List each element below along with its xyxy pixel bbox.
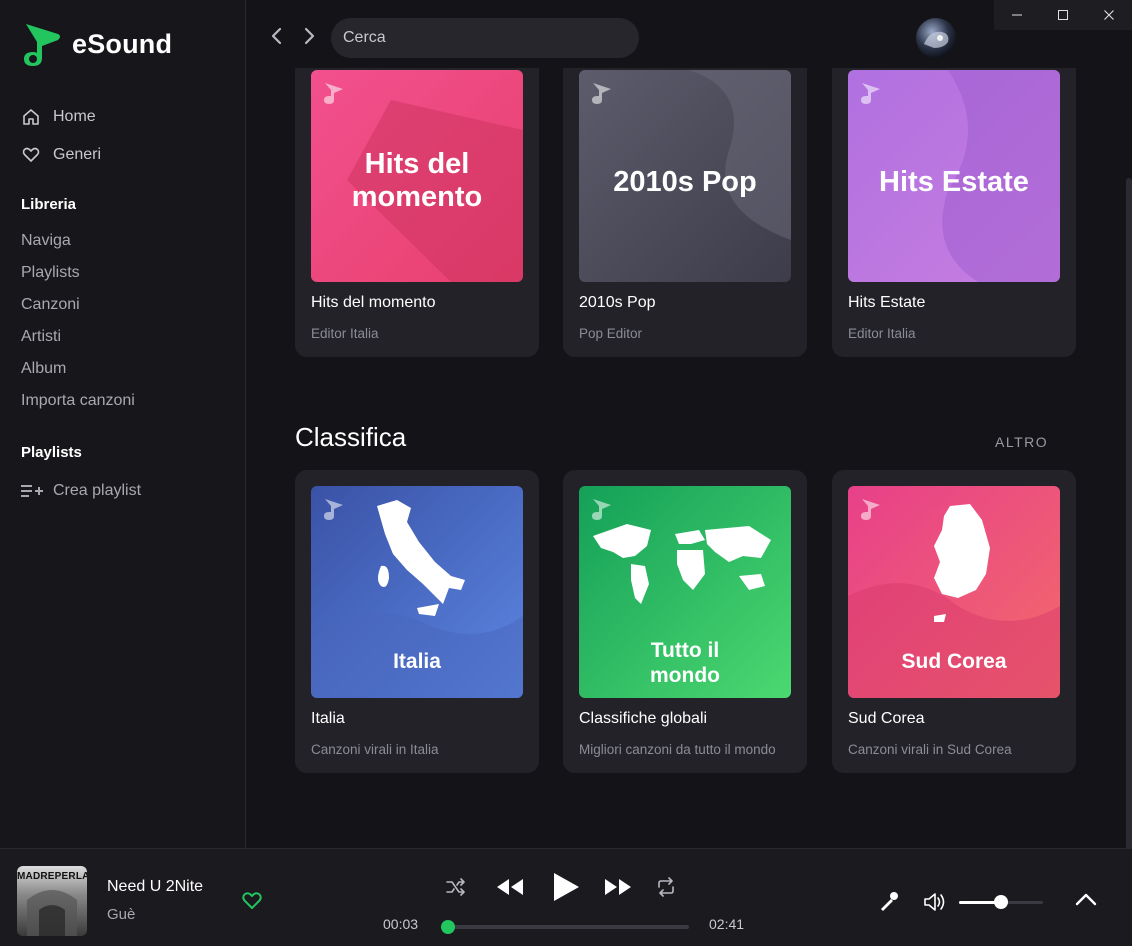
sidebar-item-playlists[interactable]: Playlists (21, 257, 135, 289)
playlists-title: Playlists (21, 444, 82, 461)
esound-badge-icon (592, 83, 611, 104)
chevron-right-icon (304, 27, 315, 45)
more-link[interactable]: ALTRO (995, 434, 1048, 450)
playlist-card-hits-estate[interactable]: Hits Estate Hits Estate Editor Italia (832, 68, 1076, 357)
album-art-image (27, 890, 77, 936)
card-subtitle: Editor Italia (311, 326, 379, 341)
main-content: Hits del momento Hits del momento Editor… (247, 68, 1132, 848)
close-icon (1104, 10, 1114, 20)
esound-badge-icon (861, 83, 880, 104)
chevron-left-icon (271, 27, 282, 45)
cover-title: 2010s Pop (613, 166, 757, 198)
volume-slider[interactable] (959, 895, 1043, 909)
cover-title: Italia (393, 650, 441, 673)
maximize-icon (1058, 10, 1068, 20)
chart-cover: Tutto il mondo (579, 486, 791, 698)
microphone-icon[interactable] (877, 889, 901, 913)
card-subtitle: Migliori canzoni da tutto il mondo (579, 742, 776, 757)
chart-cover: Sud Corea (848, 486, 1060, 698)
sidebar-item-artisti[interactable]: Artisti (21, 321, 135, 353)
create-playlist-button[interactable]: Crea playlist (21, 478, 141, 504)
window-controls (994, 0, 1132, 30)
previous-icon[interactable] (495, 875, 525, 899)
track-title[interactable]: Need U 2Nite (107, 878, 203, 896)
close-button[interactable] (1086, 0, 1132, 30)
volume-icon[interactable] (923, 891, 947, 913)
cover-title: Tutto il mondo (650, 639, 720, 687)
nav-home[interactable]: Home (21, 98, 101, 136)
sidebar-item-importa-canzoni[interactable]: Importa canzoni (21, 385, 135, 417)
card-title: Classifiche globali (579, 710, 708, 727)
cover-title: Hits del momento (351, 148, 483, 213)
player-bar: MADREPERLA Need U 2Nite Guè 00:03 02:41 (0, 848, 1132, 946)
like-heart-icon[interactable] (241, 889, 263, 911)
progress-handle[interactable] (440, 920, 455, 934)
repeat-icon[interactable] (655, 877, 677, 897)
minimize-button[interactable] (994, 0, 1040, 30)
cover-title: Sud Corea (901, 650, 1007, 673)
card-subtitle: Pop Editor (579, 326, 643, 341)
app-window: eSound Home Generi Libreria Naviga Playl… (0, 0, 1132, 946)
add-playlist-icon (21, 485, 43, 497)
play-icon[interactable] (551, 871, 581, 903)
section-title-classifica: Classifica (295, 422, 407, 452)
card-title: Hits del momento (311, 294, 436, 311)
chart-card-classifiche-globali[interactable]: Tutto il mondo Classifiche globali Migli… (563, 470, 807, 773)
chevron-up-icon[interactable] (1074, 891, 1098, 907)
nav-generi[interactable]: Generi (21, 136, 101, 174)
shuffle-icon[interactable] (445, 877, 467, 897)
esound-logo-icon (24, 24, 60, 66)
avatar[interactable] (916, 18, 956, 58)
esound-badge-icon (324, 83, 343, 104)
playlist-card-hits-del-momento[interactable]: Hits del momento Hits del momento Editor… (295, 68, 539, 357)
card-title: Italia (311, 710, 345, 727)
progress-bar[interactable] (440, 920, 689, 934)
library-list: Naviga Playlists Canzoni Artisti Album I… (21, 225, 135, 417)
brand-logo[interactable]: eSound (20, 20, 172, 68)
sidebar-item-naviga[interactable]: Naviga (21, 225, 135, 257)
card-subtitle: Canzoni virali in Italia (311, 742, 439, 757)
playlist-cover: Hits del momento (311, 70, 523, 282)
elapsed-time: 00:03 (383, 916, 419, 932)
chart-card-sud-corea[interactable]: Sud Corea Sud Corea Canzoni virali in Su… (832, 470, 1076, 773)
esound-badge-icon (592, 499, 611, 520)
esound-badge-icon (324, 499, 343, 520)
card-title: Sud Corea (848, 710, 925, 727)
card-title: 2010s Pop (579, 294, 656, 311)
playlist-card-2010s-pop[interactable]: 2010s Pop 2010s Pop Pop Editor (563, 68, 807, 357)
create-playlist-label: Crea playlist (53, 482, 142, 499)
home-icon (23, 109, 39, 125)
library-title: Libreria (21, 196, 77, 213)
nav-home-label: Home (53, 108, 96, 125)
minimize-icon (1012, 14, 1022, 16)
heart-icon (22, 147, 40, 162)
sidebar: eSound Home Generi Libreria Naviga Playl… (0, 0, 246, 848)
track-artist[interactable]: Guè (107, 906, 135, 923)
back-button[interactable] (267, 24, 287, 48)
card-subtitle: Editor Italia (848, 326, 916, 341)
search-box[interactable] (331, 18, 639, 58)
next-icon[interactable] (603, 875, 633, 899)
scrollbar[interactable] (1126, 178, 1132, 848)
card-title: Hits Estate (848, 294, 926, 311)
chart-cover: Italia (311, 486, 523, 698)
user-avatar-image (924, 31, 949, 48)
nav-generi-label: Generi (53, 146, 102, 163)
esound-badge-icon (861, 499, 880, 520)
maximize-button[interactable] (1040, 0, 1086, 30)
brand-name: eSound (72, 28, 173, 59)
playlist-cover: 2010s Pop (579, 70, 791, 282)
forward-button[interactable] (299, 24, 319, 48)
playlist-cover: Hits Estate (848, 70, 1060, 282)
chart-card-italia[interactable]: Italia Italia Canzoni virali in Italia (295, 470, 539, 773)
sidebar-item-album[interactable]: Album (21, 353, 135, 385)
volume-handle[interactable] (994, 895, 1008, 909)
card-subtitle: Canzoni virali in Sud Corea (848, 742, 1012, 757)
cover-title: Hits Estate (879, 166, 1029, 198)
main-nav: Home Generi (21, 98, 101, 174)
now-playing-cover[interactable]: MADREPERLA (17, 866, 87, 936)
search-input[interactable] (343, 29, 623, 47)
sidebar-item-canzoni[interactable]: Canzoni (21, 289, 135, 321)
total-time: 02:41 (709, 916, 745, 932)
